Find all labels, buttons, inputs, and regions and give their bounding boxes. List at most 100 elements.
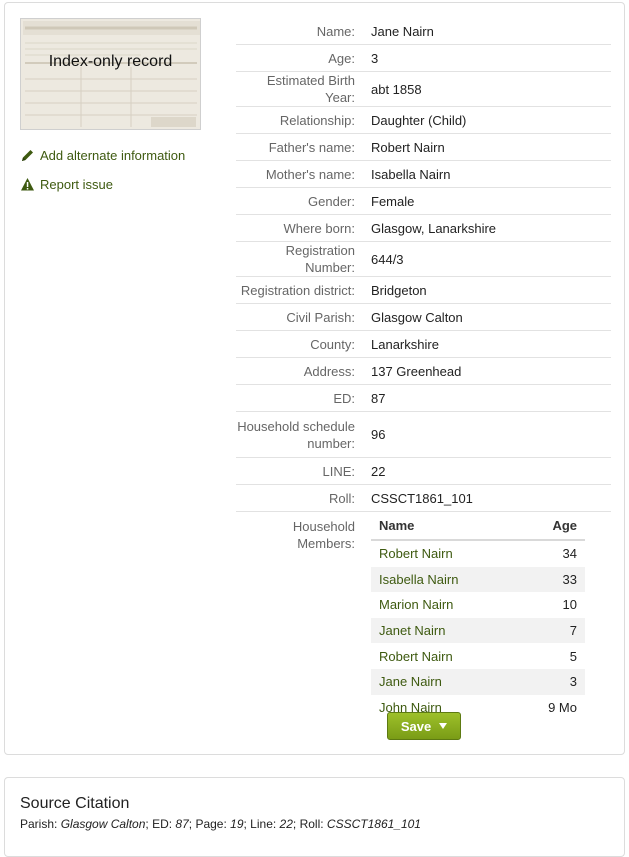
table-row: Robert Nairn 5 — [371, 643, 585, 669]
citation-parish-label: Parish: — [20, 817, 61, 831]
column-header-name: Name — [371, 512, 517, 541]
add-alternate-information-link[interactable]: Add alternate information — [20, 148, 185, 163]
table-row: Robert Nairn 34 — [371, 540, 585, 567]
field-value: CSSCT1861_101 — [371, 490, 473, 506]
field-label: Age: — [328, 50, 355, 66]
field-age: Age: 3 — [236, 45, 611, 72]
field-label: Roll: — [328, 490, 355, 506]
field-civil-parish: Civil Parish: Glasgow Calton — [236, 304, 611, 331]
source-citation-text: Parish: Glasgow Calton; ED: 87; Page: 19… — [20, 817, 421, 831]
field-value: 644/3 — [371, 251, 404, 267]
field-household-members: Household Members: Name Age Robert Nairn… — [236, 512, 611, 720]
field-mothers-name: Mother's name: Isabella Nairn — [236, 161, 611, 188]
member-age: 5 — [569, 648, 577, 664]
citation-line: 22 — [279, 817, 293, 831]
field-label: County: — [310, 336, 355, 352]
table-row: Marion Nairn 10 — [371, 592, 585, 618]
table-header-row: Name Age — [371, 512, 585, 541]
field-label: Registration district: — [240, 282, 355, 298]
field-label: Civil Parish: — [286, 309, 355, 325]
citation-parish: Glasgow Calton — [60, 817, 146, 831]
field-label: ED: — [333, 390, 355, 406]
member-name-link[interactable]: Robert Nairn — [371, 540, 517, 567]
field-value: Lanarkshire — [371, 336, 439, 352]
field-label: Gender: — [308, 193, 355, 209]
field-label: Mother's name: — [265, 166, 355, 182]
table-row: Janet Nairn 7 — [371, 617, 585, 644]
field-value: Isabella Nairn — [371, 166, 451, 182]
field-value: 87 — [371, 390, 386, 406]
field-value: Daughter (Child) — [371, 112, 467, 128]
field-value: Female — [371, 193, 415, 209]
field-estimated-birth-year: Estimated Birth Year: abt 1858 — [236, 72, 611, 107]
field-line: LINE: 22 — [236, 458, 611, 485]
field-value: Bridgeton — [371, 282, 427, 298]
field-where-born: Where born: Glasgow, Lanarkshire — [236, 215, 611, 242]
field-value: abt 1858 — [371, 81, 422, 97]
field-gender: Gender: Female — [236, 188, 611, 215]
report-issue-link[interactable]: Report issue — [20, 177, 113, 192]
field-value: Glasgow, Lanarkshire — [371, 220, 497, 236]
member-name-link[interactable]: Marion Nairn — [371, 592, 517, 618]
member-age: 34 — [562, 546, 577, 562]
field-roll: Roll: CSSCT1861_101 — [236, 485, 611, 512]
member-age: 3 — [516, 668, 585, 695]
field-label: Where born: — [283, 220, 355, 236]
save-button[interactable]: Save — [387, 712, 461, 740]
member-age: 9 Mo — [548, 699, 577, 715]
field-label: Estimated Birth Year: — [266, 73, 355, 105]
table-row: Isabella Nairn 33 — [371, 566, 585, 593]
table-row: Jane Nairn 3 — [371, 668, 585, 695]
field-value: 96 — [371, 427, 386, 442]
citation-page-label: ; Page: — [188, 817, 231, 831]
member-age: 33 — [516, 566, 585, 593]
field-relationship: Relationship: Daughter (Child) — [236, 107, 611, 134]
index-only-label: Index-only record — [48, 53, 173, 70]
citation-page: 19 — [230, 817, 244, 831]
citation-roll: CSSCT1861_101 — [326, 817, 421, 831]
field-label: Address: — [303, 363, 355, 379]
field-fathers-name: Father's name: Robert Nairn — [236, 134, 611, 161]
field-address: Address: 137 Greenhead — [236, 358, 611, 385]
field-county: County: Lanarkshire — [236, 331, 611, 358]
field-ed: ED: 87 — [236, 385, 611, 412]
citation-line-label: ; Line: — [243, 817, 280, 831]
field-label: Relationship: — [279, 112, 355, 128]
field-label: Father's name: — [268, 139, 355, 155]
member-age: 7 — [516, 617, 585, 644]
field-label: Household schedule number: — [237, 418, 355, 451]
save-button-label: Save — [400, 718, 432, 734]
pencil-icon — [22, 150, 33, 161]
warning-icon — [21, 178, 34, 191]
field-value: Jane Nairn — [371, 23, 434, 39]
household-table-wrap: Name Age Robert Nairn 34 Isabella Nairn … — [371, 512, 611, 720]
field-value: 137 Greenhead — [371, 363, 462, 379]
record-thumbnail[interactable]: Index-only record — [20, 18, 201, 130]
field-value: 22 — [371, 463, 386, 479]
record-details: Name: Jane Nairn Age: 3 Estimated Birth … — [236, 18, 611, 720]
source-citation-title: Source Citation — [20, 795, 130, 812]
field-value: 3 — [371, 50, 379, 66]
citation-ed: 87 — [175, 817, 189, 831]
field-household-schedule-number: Household schedule number: 96 — [236, 412, 611, 458]
field-name: Name: Jane Nairn — [236, 18, 611, 45]
citation-roll-label: ; Roll: — [292, 817, 327, 831]
report-issue-label: Report issue — [40, 177, 113, 192]
citation-ed-label: ; ED: — [145, 817, 176, 831]
field-label: LINE: — [322, 463, 355, 479]
household-members-table: Name Age Robert Nairn 34 Isabella Nairn … — [371, 512, 585, 720]
add-alternate-information-label: Add alternate information — [40, 148, 186, 163]
field-label: Registration Number: — [285, 243, 355, 275]
field-label: Name: — [316, 23, 355, 39]
member-name-link[interactable]: Jane Nairn — [371, 668, 517, 695]
column-header-age: Age — [516, 512, 585, 541]
field-value: Glasgow Calton — [371, 309, 463, 325]
caret-down-icon — [439, 723, 448, 729]
census-document-image — [21, 19, 200, 129]
member-name-link[interactable]: Janet Nairn — [371, 617, 517, 644]
member-name-link[interactable]: Robert Nairn — [371, 643, 517, 669]
member-name-link[interactable]: Isabella Nairn — [371, 566, 517, 593]
field-registration-number: Registration Number: 644/3 — [236, 242, 611, 277]
field-value: Robert Nairn — [371, 139, 445, 155]
member-age: 10 — [562, 597, 577, 613]
